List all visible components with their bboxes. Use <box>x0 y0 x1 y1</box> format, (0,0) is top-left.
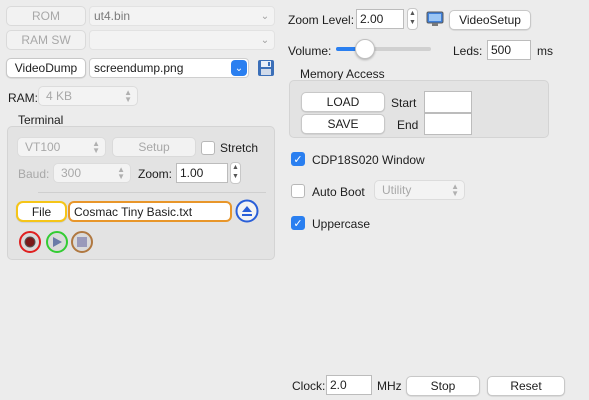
terminal-zoom-label: Zoom: <box>138 167 173 181</box>
auto-boot-popup[interactable]: Utility ▲ ▼ <box>374 180 465 200</box>
baud-label: Baud: <box>18 167 50 181</box>
ram-size-value: 4 KB <box>46 89 73 103</box>
ram-size-popup[interactable]: 4 KB ▲ ▼ <box>38 86 138 106</box>
terminal-type-popup[interactable]: VT100 ▲ ▼ <box>17 137 106 157</box>
terminal-separator <box>38 192 266 193</box>
stop-button[interactable]: Stop <box>406 376 480 396</box>
chevron-down-icon: ⌄ <box>260 10 270 22</box>
clock-label: Clock: <box>292 379 326 393</box>
chevron-down-icon: ⌄ <box>231 60 247 76</box>
start-address-input[interactable] <box>424 91 472 113</box>
rom-file-value: ut4.bin <box>94 9 131 23</box>
memory-access-title: Memory Access <box>300 67 385 81</box>
uppercase-checkbox[interactable]: ✓ <box>291 216 305 230</box>
cdp-window-label: CDP18S020 Window <box>312 153 425 167</box>
auto-boot-label: Auto Boot <box>312 185 365 199</box>
start-label: Start <box>391 96 417 110</box>
up-down-chevron-icon: ▲ ▼ <box>92 139 100 155</box>
ram-sw-button[interactable]: RAM SW <box>6 30 86 50</box>
cdp-window-checkbox[interactable]: ✓ <box>291 152 305 166</box>
end-address-input[interactable] <box>424 113 472 135</box>
monitor-icon[interactable] <box>426 11 444 27</box>
eject-icon[interactable] <box>235 199 259 223</box>
stretch-label: Stretch <box>220 141 259 155</box>
save-disk-icon[interactable] <box>257 59 275 77</box>
zoom-level-input[interactable]: 2.00 <box>356 9 404 29</box>
up-down-chevron-icon: ▲ ▼ <box>124 88 132 104</box>
checkmark-icon: ✓ <box>293 217 303 230</box>
terminal-title: Terminal <box>18 113 64 127</box>
leds-unit: ms <box>537 44 553 58</box>
terminal-type-value: VT100 <box>25 140 61 154</box>
videodump-file-value: screendump.png <box>94 61 184 75</box>
ram-sw-file-combo[interactable]: ⌄ <box>89 30 275 50</box>
auto-boot-checkbox[interactable] <box>291 184 305 198</box>
chevron-down-icon: ⌄ <box>260 34 270 46</box>
videodump-file-combo[interactable]: screendump.png ⌄ <box>89 58 249 78</box>
zoom-level-stepper[interactable]: ▲ ▼ <box>407 8 418 30</box>
baud-value: 300 <box>61 166 82 180</box>
reset-button[interactable]: Reset <box>487 376 565 396</box>
videosetup-button[interactable]: VideoSetup <box>449 10 531 30</box>
up-down-chevron-icon: ▲ ▼ <box>451 182 459 198</box>
volume-label: Volume: <box>288 44 332 58</box>
stop-icon[interactable] <box>71 231 93 253</box>
end-label: End <box>397 118 419 132</box>
stretch-checkbox[interactable] <box>201 141 215 155</box>
auto-boot-value: Utility <box>382 183 412 197</box>
rom-file-combo[interactable]: ut4.bin ⌄ <box>89 6 275 26</box>
save-button[interactable]: SAVE <box>301 114 385 134</box>
up-down-chevron-icon: ▲ ▼ <box>117 165 125 181</box>
videodump-button[interactable]: VideoDump <box>6 58 86 78</box>
leds-label: Leds: <box>453 44 483 58</box>
terminal-setup-button[interactable]: Setup <box>112 137 196 157</box>
clock-input[interactable]: 2.0 <box>326 375 372 395</box>
terminal-zoom-stepper[interactable]: ▲ ▼ <box>230 162 241 184</box>
checkmark-icon: ✓ <box>293 153 303 166</box>
volume-slider-knob[interactable] <box>354 39 375 59</box>
load-button[interactable]: LOAD <box>301 92 385 112</box>
clock-unit: MHz <box>377 379 402 393</box>
terminal-file-button[interactable]: File <box>16 201 67 222</box>
terminal-zoom-input[interactable]: 1.00 <box>176 163 228 183</box>
play-icon[interactable] <box>46 231 68 253</box>
record-icon[interactable] <box>19 231 41 253</box>
uppercase-label: Uppercase <box>312 217 371 231</box>
baud-popup[interactable]: 300 ▲ ▼ <box>53 163 131 183</box>
ram-label: RAM: <box>8 91 38 105</box>
zoom-level-label: Zoom Level: <box>288 13 355 27</box>
terminal-file-name: Cosmac Tiny Basic.txt <box>68 201 232 222</box>
rom-button[interactable]: ROM <box>6 6 86 26</box>
leds-input[interactable]: 500 <box>487 40 531 60</box>
